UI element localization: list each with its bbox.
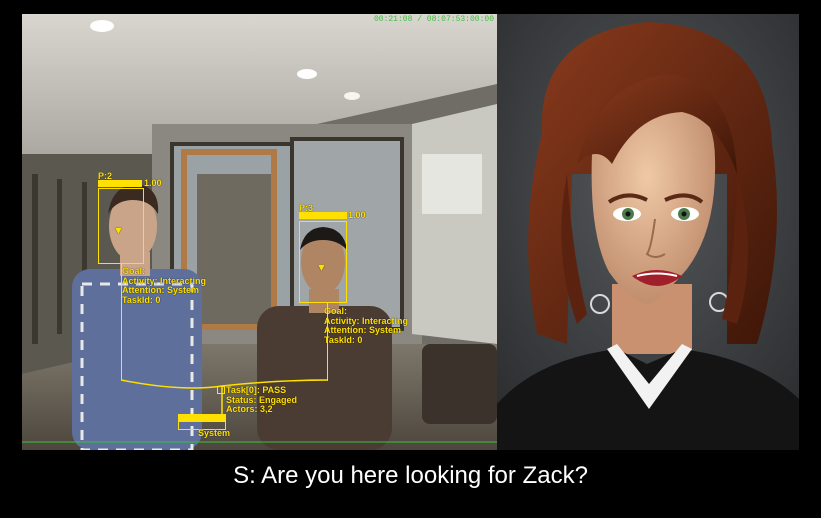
confidence-value: 1.00 bbox=[144, 178, 162, 188]
video-frame: 00:21:08 / 08:07:53:00:00 P:2 1.00 ▼ Goa… bbox=[0, 0, 821, 518]
person-info: Goal: Activity: Interacting Attention: S… bbox=[324, 306, 409, 345]
system-label: System bbox=[198, 428, 231, 438]
timestamp-readout: 00:21:08 / 08:07:53:00:00 bbox=[373, 15, 494, 24]
person-info: Goal: Activity: Interacting Attention: S… bbox=[122, 266, 207, 305]
avatar-image bbox=[497, 14, 799, 450]
system-bar bbox=[178, 414, 226, 421]
connector-line bbox=[327, 303, 329, 381]
confidence-value: 1.00 bbox=[348, 210, 366, 220]
avatar-panel bbox=[497, 14, 799, 450]
confidence-bar bbox=[299, 212, 347, 219]
task-marker bbox=[217, 386, 225, 394]
confidence-bar bbox=[98, 180, 142, 187]
subtitle-caption: S: Are you here looking for Zack? bbox=[233, 462, 588, 489]
camera-feed: 00:21:08 / 08:07:53:00:00 P:2 1.00 ▼ Goa… bbox=[22, 14, 497, 450]
connector-line bbox=[121, 264, 123, 380]
task-info: Task[0]: PASS Status: Engaged Actors: 3,… bbox=[226, 385, 298, 414]
gaze-arrow-icon: ▼ bbox=[316, 262, 327, 274]
gaze-arrow-icon: ▼ bbox=[113, 225, 124, 237]
